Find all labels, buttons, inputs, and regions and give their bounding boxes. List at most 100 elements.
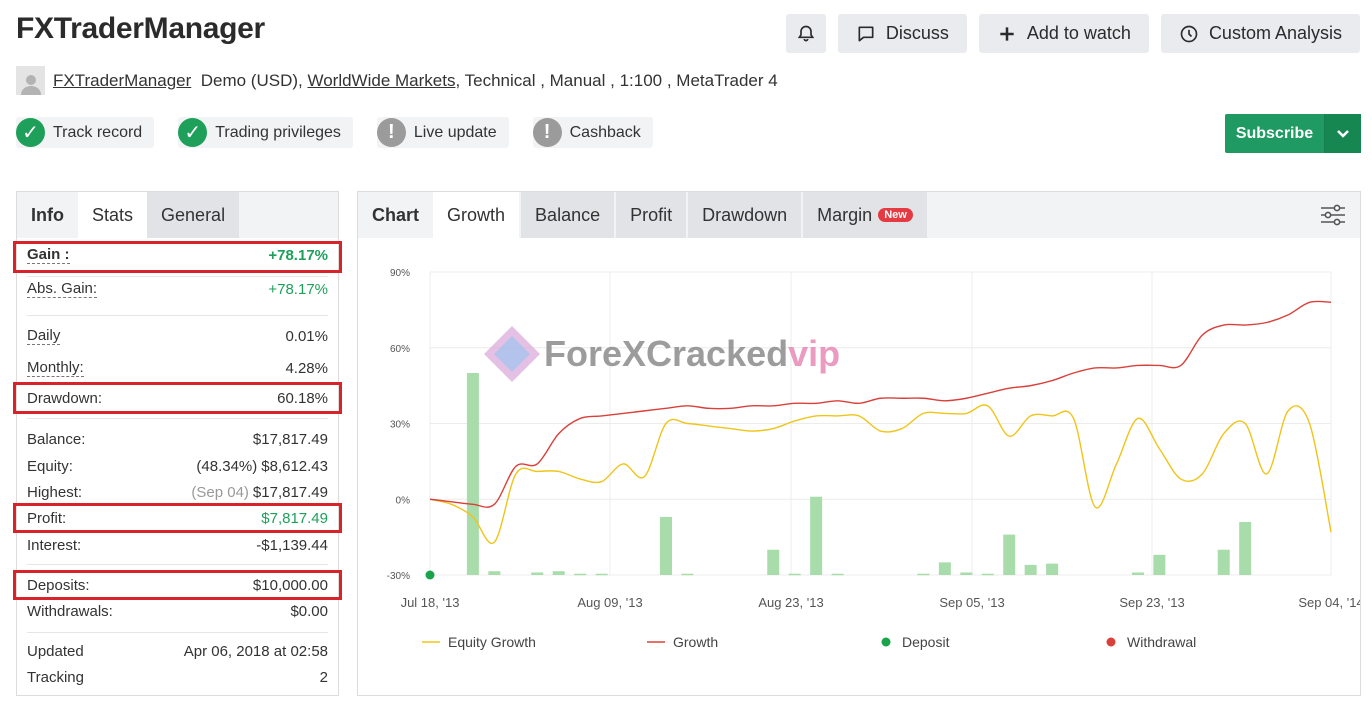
tab-profit[interactable]: Profit xyxy=(616,192,687,238)
account-details: , Technical , Manual , 1:100 , MetaTrade… xyxy=(455,70,778,90)
bar xyxy=(681,573,694,576)
badge-label: Trading privileges xyxy=(215,123,341,141)
tab-balance[interactable]: Balance xyxy=(521,192,615,238)
chart-settings-button[interactable] xyxy=(1320,204,1346,226)
stat-tracking: Tracking 2 xyxy=(27,669,328,686)
bar xyxy=(1217,549,1230,575)
bar xyxy=(1046,563,1059,575)
stat-equity: Equity: (48.34%) $8,612.43 xyxy=(27,458,328,475)
verification-badges: ✓ Track record ✓ Trading privileges ! Li… xyxy=(16,117,653,148)
tab-general[interactable]: General xyxy=(147,192,240,238)
bar xyxy=(917,573,930,576)
deposit-point xyxy=(425,570,435,580)
stat-balance: Balance: $17,817.49 xyxy=(27,431,328,448)
x-tick-label: Aug 09, '13 xyxy=(577,595,642,610)
discuss-button[interactable]: Discuss xyxy=(837,14,967,53)
subscribe-dropdown[interactable] xyxy=(1325,114,1361,153)
bar xyxy=(960,572,973,575)
notify-button[interactable] xyxy=(785,14,826,53)
custom-analysis-button[interactable]: Custom Analysis xyxy=(1160,14,1360,53)
bar xyxy=(1024,564,1037,575)
bar xyxy=(1239,521,1252,575)
broker-link[interactable]: WorldWide Markets xyxy=(307,71,455,91)
legend-label: Withdrawal xyxy=(1127,634,1196,650)
new-badge: New xyxy=(878,208,913,222)
bar xyxy=(552,571,565,575)
chevron-down-icon xyxy=(1337,129,1349,138)
subscribe-label[interactable]: Subscribe xyxy=(1225,114,1325,153)
x-tick-label: Jul 18, '13 xyxy=(401,595,460,610)
x-tick-label: Sep 23, '13 xyxy=(1119,595,1184,610)
y-tick-label: 0% xyxy=(396,495,411,506)
chat-icon xyxy=(858,26,874,42)
tab-margin[interactable]: Margin New xyxy=(803,192,927,238)
bar xyxy=(659,516,672,575)
check-icon: ✓ xyxy=(16,118,45,147)
add-to-watch-button[interactable]: Add to watch xyxy=(978,14,1149,53)
tab-stats[interactable]: Stats xyxy=(78,192,148,238)
x-tick-label: Aug 23, '13 xyxy=(758,595,823,610)
page-title: FXTraderManager xyxy=(16,12,265,45)
x-tick-label: Sep 04, '14 xyxy=(1298,595,1360,610)
badge-live-update: ! Live update xyxy=(376,117,509,148)
bar xyxy=(788,573,801,576)
sliders-icon xyxy=(1321,204,1345,226)
y-tick-label: 60% xyxy=(390,344,410,355)
y-tick-label: 30% xyxy=(390,420,410,431)
y-tick-label: -30% xyxy=(387,571,410,582)
legend-label: Growth xyxy=(673,634,718,650)
stat-monthly: Monthly: 4.28% xyxy=(27,359,328,377)
equity-growth-line xyxy=(429,404,1332,545)
badge-label: Live update xyxy=(413,123,497,141)
exclamation-icon: ! xyxy=(532,118,562,147)
stat-daily: Daily 0.01% xyxy=(27,327,328,345)
bar xyxy=(1131,572,1144,575)
bar xyxy=(595,573,608,576)
bar xyxy=(1003,534,1016,575)
badge-trading-privileges: ✓ Trading privileges xyxy=(178,117,353,148)
tab-growth[interactable]: Growth xyxy=(433,192,520,238)
y-tick-label: 90% xyxy=(390,268,410,279)
chart-panel: Chart Growth Balance Profit Drawdown Mar… xyxy=(357,191,1361,696)
stat-interest: Interest: -$1,139.44 xyxy=(27,537,328,554)
bar xyxy=(466,373,479,575)
badge-cashback: ! Cashback xyxy=(532,117,653,148)
account-type: Demo (USD), xyxy=(200,70,303,90)
badge-label: Track record xyxy=(53,123,143,141)
bar xyxy=(810,496,823,575)
tab-info[interactable]: Info xyxy=(17,192,78,238)
legend-label: Deposit xyxy=(902,634,950,650)
legend-dot xyxy=(1106,637,1116,647)
bar xyxy=(831,573,844,576)
growth-chart: 90% 60% 30% 0% -30% Jul 18, '13 Aug 09, '13 Aug… xyxy=(387,268,1360,650)
stat-updated: Updated Apr 06, 2018 at 02:58 xyxy=(27,643,328,660)
discuss-label: Discuss xyxy=(885,23,949,43)
bar xyxy=(981,573,994,576)
stats-panel: Info Stats General Gain : +78.17% Abs. G… xyxy=(13,191,342,696)
stat-highest: Highest: (Sep 04) $17,817.49 xyxy=(27,484,328,501)
watermark-logo xyxy=(484,326,540,382)
x-tick-label: Sep 05, '13 xyxy=(939,595,1004,610)
watermark: ForeXCrackedvip xyxy=(480,322,840,386)
add-to-watch-label: Add to watch xyxy=(1026,23,1131,43)
highlight-drawdown xyxy=(13,382,342,414)
owner-link[interactable]: FXTraderManager xyxy=(53,71,191,91)
legend-label: Equity Growth xyxy=(448,634,536,650)
custom-analysis-label: Custom Analysis xyxy=(1208,23,1342,43)
bar xyxy=(488,571,501,575)
subscribe-button[interactable]: Subscribe xyxy=(1225,114,1361,153)
highlight-gain xyxy=(13,241,342,273)
highlight-profit xyxy=(13,503,342,533)
bar xyxy=(531,572,544,575)
account-meta: FXTraderManager Demo (USD), WorldWide Ma… xyxy=(16,66,778,95)
badge-label: Cashback xyxy=(569,123,641,141)
highlight-deposits xyxy=(13,570,342,600)
avatar xyxy=(16,66,45,95)
tab-drawdown[interactable]: Drawdown xyxy=(688,192,802,238)
chart-tabs: Chart Growth Balance Profit Drawdown Mar… xyxy=(358,192,1360,238)
clock-icon xyxy=(1180,25,1198,42)
bar xyxy=(574,573,587,576)
legend-dot xyxy=(881,637,891,647)
plus-icon xyxy=(1000,26,1014,41)
user-icon xyxy=(20,75,41,95)
